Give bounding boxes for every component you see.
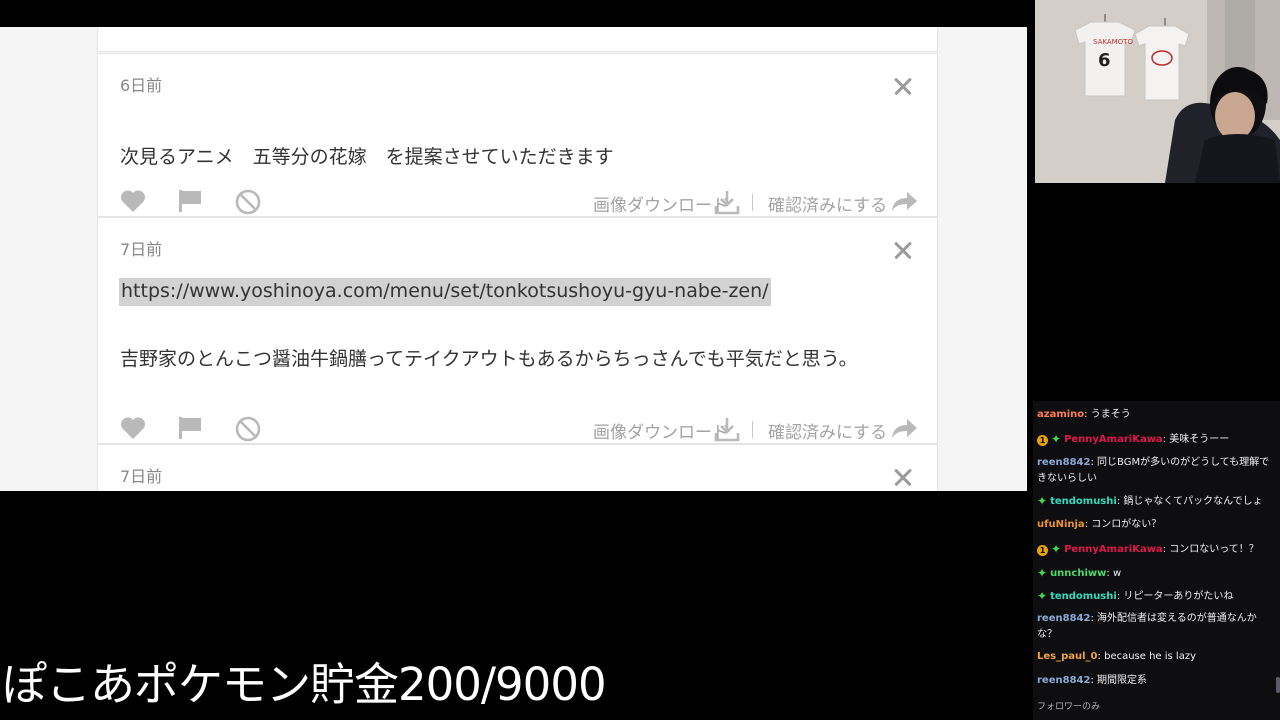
close-icon[interactable] [893,76,913,96]
image-download-label[interactable]: 画像ダウンロード [593,191,729,216]
heart-icon[interactable] [120,189,146,213]
chat-username[interactable]: unnchiww [1050,568,1106,579]
flag-icon[interactable] [178,189,202,213]
image-download-label[interactable]: 画像ダウンロード [593,418,729,443]
chat-message: ✦ unnchiww: w [1037,565,1273,582]
chat-username[interactable]: tendomushi [1050,496,1117,507]
message-card: 6日前 次見るアニメ 五等分の花嫁 を提案させていただきます 画像ダウンロード [97,53,938,217]
chat-username[interactable]: reen8842 [1037,613,1090,624]
chat-username[interactable]: reen8842 [1037,675,1090,686]
gem-badge-icon[interactable]: ✦ [1037,493,1047,509]
message-card: 7日前 [97,444,938,491]
chat-username[interactable]: tendomushi [1050,591,1117,602]
chat-username[interactable]: ufuNinja [1037,519,1085,530]
message-actions: 画像ダウンロード 確認済みにする [118,189,917,219]
message-time: 7日前 [120,467,163,486]
message-time: 6日前 [120,76,163,95]
chat-mode-label: フォロワーのみ [1037,702,1101,712]
chat-text: コンロがない？ [1091,519,1162,530]
chat-text: because he is lazy [1104,651,1197,662]
streamer-webcam-image: SAKAMOTO 6 [1035,0,1280,183]
chat-text: 美味そうーー [1169,434,1230,445]
chat-message: ✦ tendomushi: リピーターありがたいね [1037,588,1273,605]
message-text: 吉野家のとんこつ醤油牛鍋膳ってテイクアウトもあるからちっさんでも平気だと思う。 [120,348,858,370]
svg-text:SAKAMOTO: SAKAMOTO [1093,38,1133,46]
chat-message: reen8842: 期間限定系 [1037,673,1273,689]
gem-badge-icon[interactable]: ✦ [1051,541,1061,557]
message-text: 次見るアニメ 五等分の花嫁 を提案させていただきます [120,146,614,168]
subscriber-badge-icon[interactable]: 1 [1037,545,1048,556]
close-icon[interactable] [893,240,913,260]
stream-overlay-text: ぽこあポケモン貯金200/9000 [2,658,607,711]
heart-icon[interactable] [120,416,146,440]
gem-badge-icon[interactable]: ✦ [1037,588,1047,604]
message-list: 6日前 次見るアニメ 五等分の花嫁 を提案させていただきます 画像ダウンロード [97,27,938,491]
chat-username[interactable]: reen8842 [1037,457,1090,468]
download-icon[interactable] [714,416,740,442]
mark-confirmed-label[interactable]: 確認済みにする [768,191,887,216]
action-separator [752,421,753,438]
chat-message: ✦ tendomushi: 鍋じゃなくてパックなんでしょ [1037,493,1273,510]
subscriber-badge-icon[interactable]: 1 [1037,435,1048,446]
mark-confirmed-label[interactable]: 確認済みにする [768,418,887,443]
gem-badge-icon[interactable]: ✦ [1037,565,1047,581]
previous-card-bottom [97,27,938,52]
webcam-feed: SAKAMOTO 6 [1035,0,1280,183]
chat-text: うまそう [1090,409,1131,420]
chat-text: 鍋じゃなくてパックなんでしょ [1123,496,1263,507]
browser-capture: 6日前 次見るアニメ 五等分の花嫁 を提案させていただきます 画像ダウンロード [0,27,1027,491]
chat-username[interactable]: PennyAmariKawa [1064,434,1163,445]
message-link[interactable]: https://www.yoshinoya.com/menu/set/tonko… [119,278,771,306]
chat-username[interactable]: azamino [1037,409,1084,420]
message-actions: 画像ダウンロード 確認済みにする [118,416,917,446]
chat-text: 期間限定系 [1097,675,1148,686]
share-arrow-icon[interactable] [890,416,918,440]
chat-message: ufuNinja: コンロがない？ [1037,517,1273,533]
chat-message: azamino: うまそう [1037,407,1273,423]
chat-text: コンロないって！？ [1169,544,1259,555]
chat-username[interactable]: PennyAmariKawa [1064,544,1163,555]
chat-username[interactable]: Les_paul_0 [1037,651,1098,662]
flag-icon[interactable] [178,416,202,440]
message-time: 7日前 [120,240,163,259]
chat-message: reen8842: 同じBGMが多いのがどうしても理解できないらしい [1037,455,1273,487]
close-icon[interactable] [893,467,913,487]
gem-badge-icon[interactable]: ✦ [1051,431,1061,447]
chat-panel: azamino: うまそう 1 ✦ PennyAmariKawa: 美味そうーー ree… [1033,401,1280,720]
chat-text: w [1112,568,1122,579]
svg-text:6: 6 [1098,50,1111,71]
chat-message: 1 ✦ PennyAmariKawa: 美味そうーー [1037,431,1273,448]
download-icon[interactable] [714,189,740,215]
share-arrow-icon[interactable] [890,189,918,213]
chat-text: リピーターありがたいね [1123,591,1234,602]
block-icon[interactable] [235,416,261,442]
chat-scrollbar[interactable] [1276,677,1280,693]
chat-message: reen8842: 海外配信者は変えるのが普通なんかな？ [1037,611,1273,643]
message-card: 7日前 https://www.yoshinoya.com/menu/set/t… [97,217,938,444]
chat-message: 1 ✦ PennyAmariKawa: コンロないって！？ [1037,541,1273,558]
block-icon[interactable] [235,189,261,215]
action-separator [752,194,753,211]
chat-message: Les_paul_0: because he is lazy [1037,649,1273,665]
